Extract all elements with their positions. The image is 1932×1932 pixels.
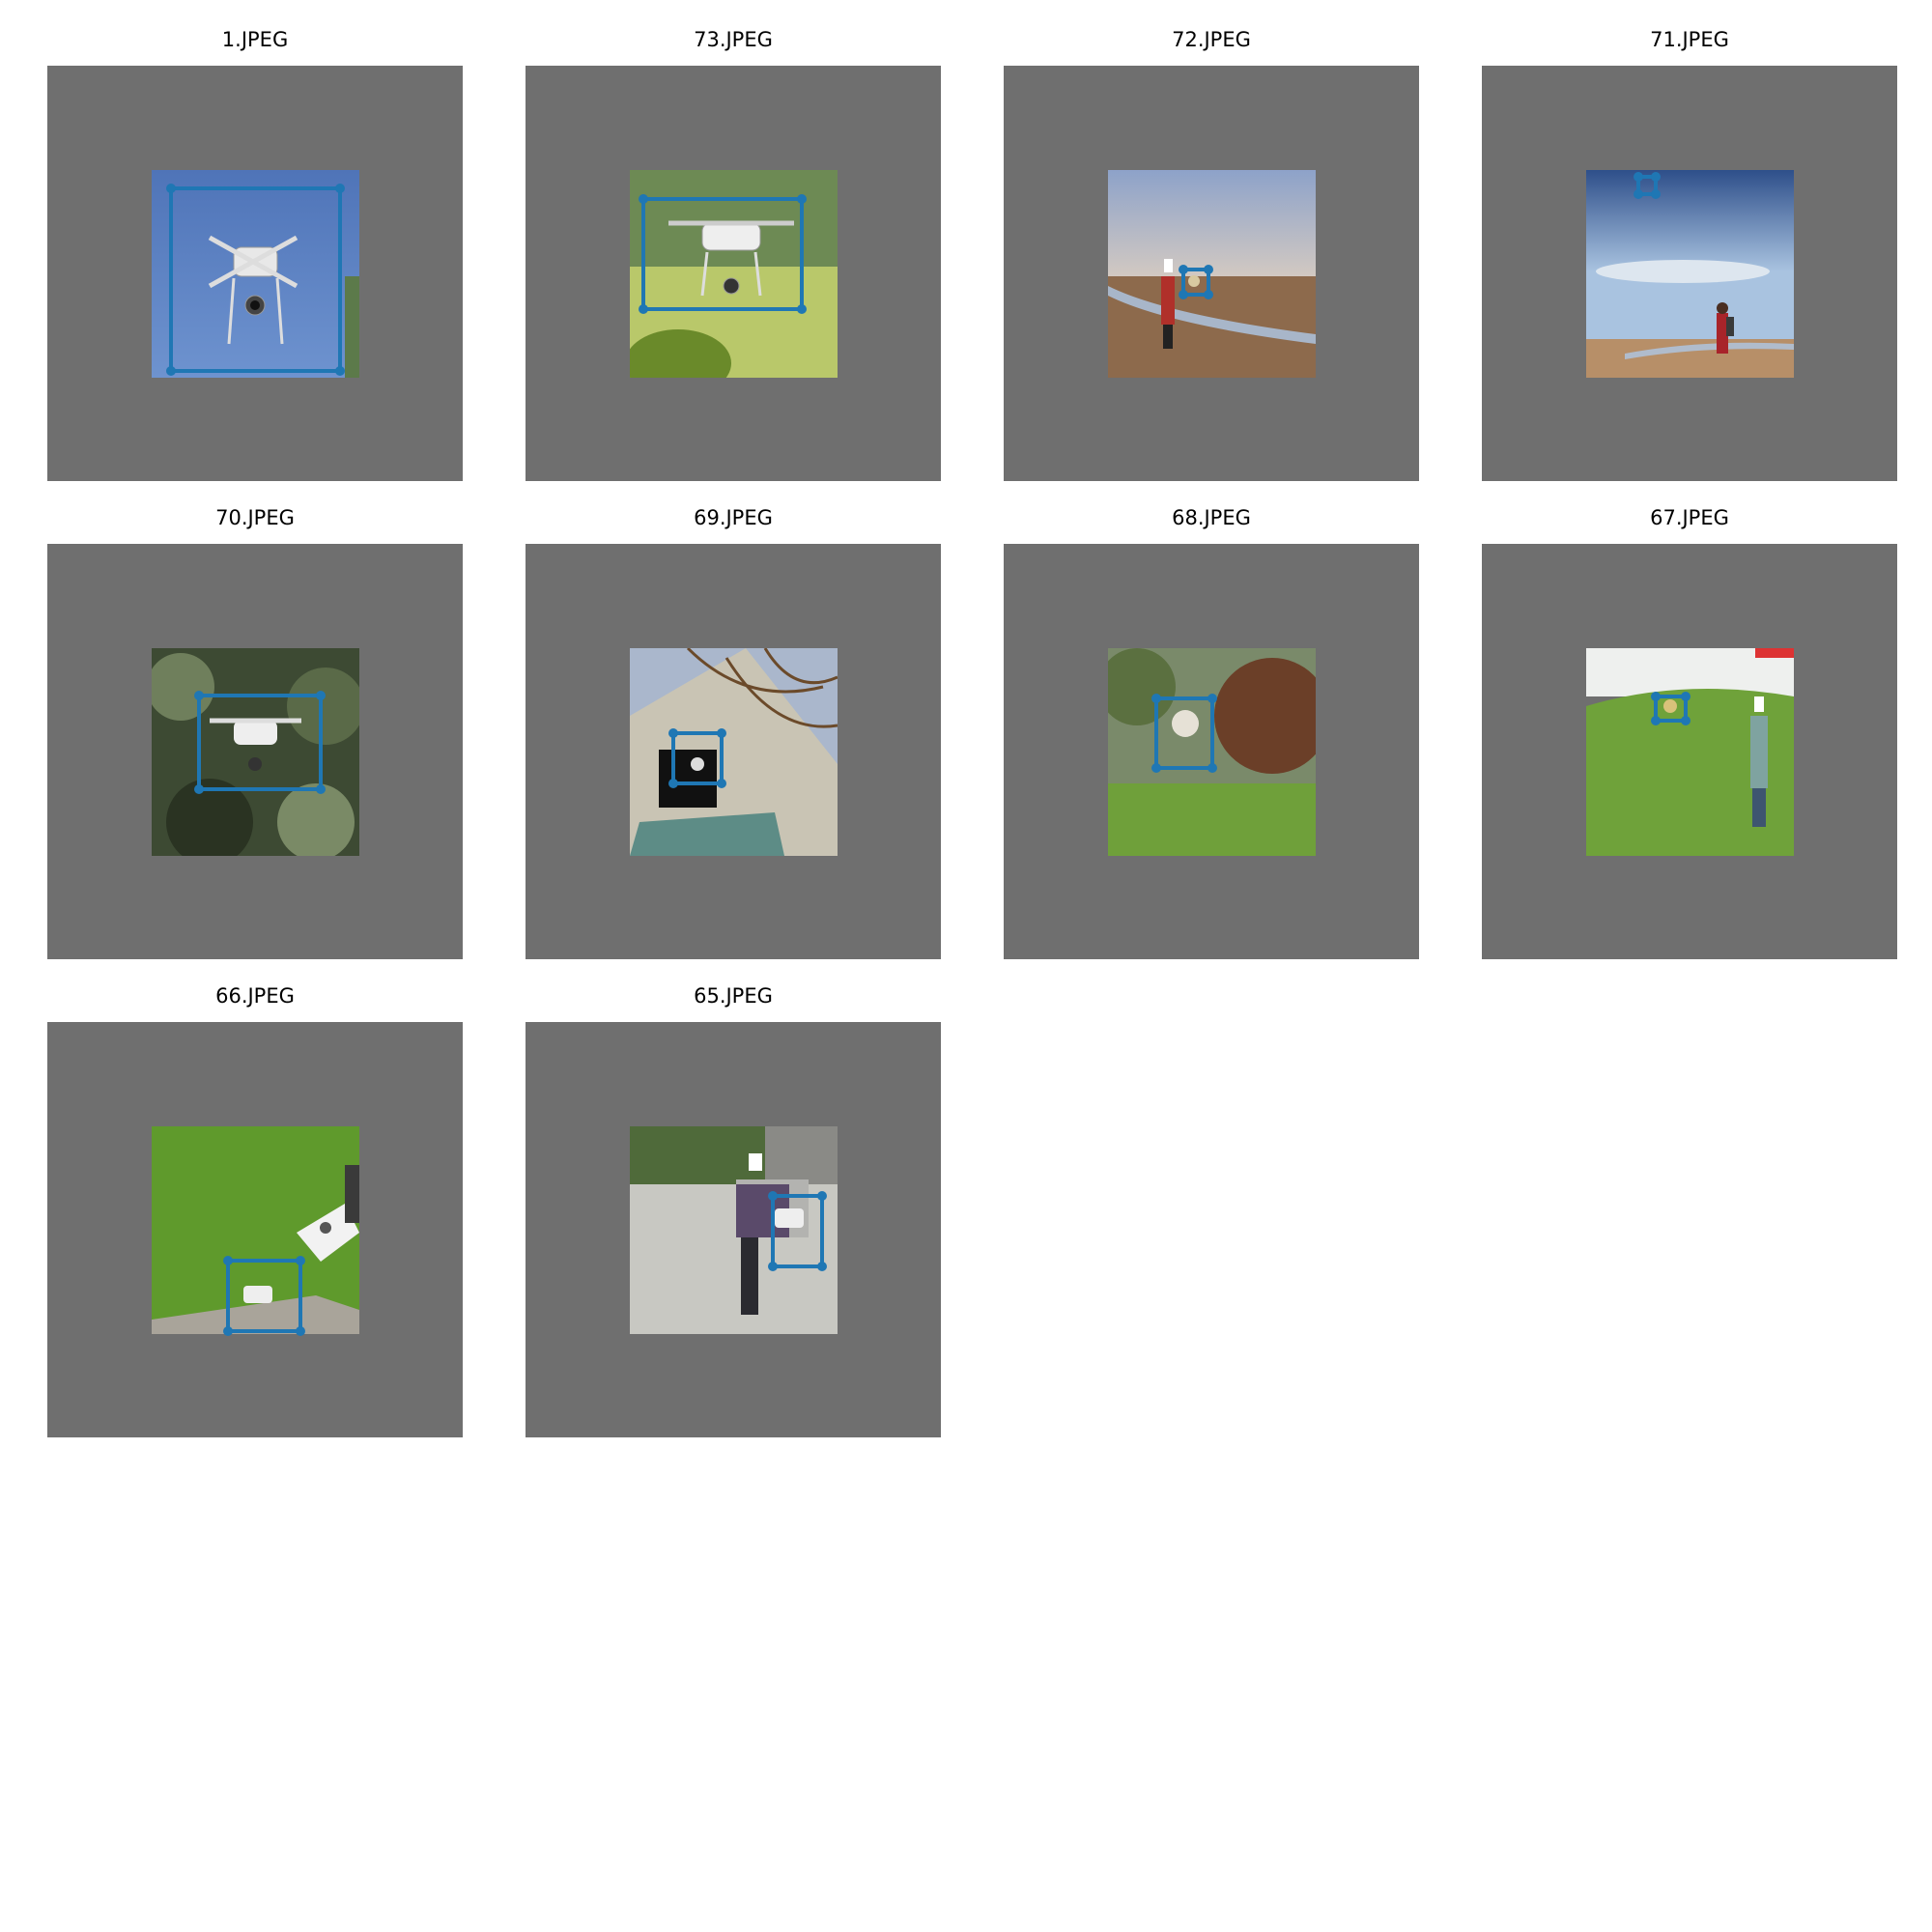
grid-tile-66: 66.JPEG: [47, 983, 463, 1437]
image-padding: [526, 66, 941, 481]
image-padding: [526, 544, 941, 959]
image-padding: [47, 1022, 463, 1437]
bounding-box: [768, 1191, 827, 1271]
tile-title: 68.JPEG: [1172, 506, 1251, 529]
grid-tile-72: 72.JPEG: [1004, 27, 1419, 481]
bounding-box: [166, 184, 345, 376]
bounding-box: [668, 728, 726, 788]
grid-tile-67: 67.JPEG: [1482, 505, 1897, 959]
image-padding: [1004, 544, 1419, 959]
tile-title: 72.JPEG: [1172, 28, 1251, 51]
tile-title: 65.JPEG: [694, 984, 773, 1008]
image-padding: [47, 544, 463, 959]
bounding-box: [1151, 694, 1217, 773]
tile-title: 66.JPEG: [215, 984, 295, 1008]
tile-title: 67.JPEG: [1650, 506, 1729, 529]
grid-tile-73: 73.JPEG: [526, 27, 941, 481]
tile-title: 70.JPEG: [215, 506, 295, 529]
grid-tile-68: 68.JPEG: [1004, 505, 1419, 959]
image-padding: [47, 66, 463, 481]
tile-title: 71.JPEG: [1650, 28, 1729, 51]
grid-tile-71: 71.JPEG: [1482, 27, 1897, 481]
grid-tile-70: 70.JPEG: [47, 505, 463, 959]
tile-title: 73.JPEG: [694, 28, 773, 51]
bounding-box: [194, 691, 326, 794]
grid-tile-65: 65.JPEG: [526, 983, 941, 1437]
image-padding: [1004, 66, 1419, 481]
grid-tile-1: 1.JPEG: [47, 27, 463, 481]
grid-tile-69: 69.JPEG: [526, 505, 941, 959]
bounding-box: [1634, 172, 1661, 199]
bounding-box: [223, 1256, 305, 1336]
bounding-box: [1651, 692, 1690, 725]
image-padding: [526, 1022, 941, 1437]
bounding-box: [1179, 265, 1213, 299]
image-padding: [1482, 544, 1897, 959]
tile-title: 69.JPEG: [694, 506, 773, 529]
bounding-box: [639, 194, 807, 314]
tile-title: 1.JPEG: [221, 28, 289, 51]
image-padding: [1482, 66, 1897, 481]
